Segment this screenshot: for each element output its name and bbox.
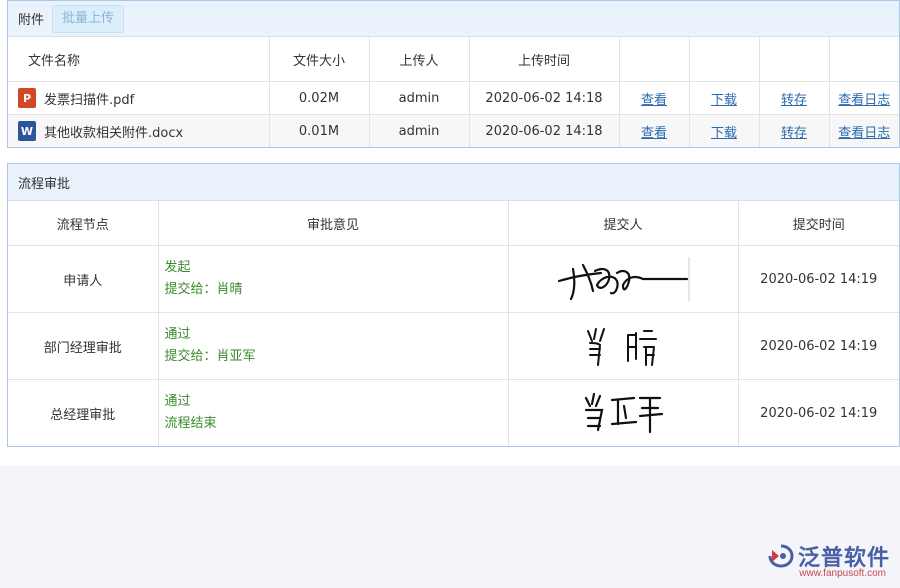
flow-node: 部门经理审批 <box>8 312 159 380</box>
opinion-text: 通过 <box>164 327 191 342</box>
col-uploader: 上传人 <box>369 37 470 82</box>
uploader: admin <box>369 81 470 115</box>
col-submit-time: 提交时间 <box>738 201 899 246</box>
submit-time: 2020-06-02 14:19 <box>738 312 899 380</box>
approval-panel: 流程审批 流程节点 审批意见 提交人 提交时间 申请人 发起 提交给：肖晴 20… <box>7 163 900 447</box>
opinion-text: 发起 <box>164 260 191 275</box>
attachments-title: 附件 <box>18 13 45 28</box>
upload-time: 2020-06-02 14:18 <box>469 81 620 115</box>
download-link[interactable]: 下载 <box>711 126 737 141</box>
batch-upload-button[interactable]: 批量上传 <box>52 4 125 33</box>
view-log-link[interactable]: 查看日志 <box>838 93 890 108</box>
attachments-panel: 附件 批量上传 文件名称 文件大小 上传人 上传时间 P 发票扫描件.pdf 0… <box>7 0 900 148</box>
approval-header-row: 流程节点 审批意见 提交人 提交时间 <box>8 201 899 246</box>
signature-image <box>587 328 657 366</box>
col-empty <box>759 37 830 82</box>
flow-node: 总经理审批 <box>8 379 159 446</box>
col-empty <box>689 37 760 82</box>
brand-url: www.fanpusoft.com <box>799 568 886 579</box>
content-area: 附件 批量上传 文件名称 文件大小 上传人 上传时间 P 发票扫描件.pdf 0… <box>0 0 900 466</box>
opinion-next: 提交给：肖亚军 <box>164 349 256 364</box>
col-empty <box>619 37 690 82</box>
transfer-link[interactable]: 转存 <box>781 93 807 108</box>
file-name: 发票扫描件.pdf <box>44 92 135 108</box>
file-size: 0.02M <box>269 81 370 115</box>
signature-image <box>557 257 690 301</box>
col-file-size: 文件大小 <box>269 37 370 82</box>
col-upload-time: 上传时间 <box>469 37 620 82</box>
col-empty <box>829 37 899 82</box>
file-name: 其他收款相关附件.docx <box>44 125 184 141</box>
opinion-next: 提交给：肖晴 <box>164 282 243 297</box>
pdf-file-icon: P <box>18 88 36 108</box>
view-log-link[interactable]: 查看日志 <box>838 126 890 141</box>
download-link[interactable]: 下载 <box>711 93 737 108</box>
table-row: 部门经理审批 通过 提交给：肖亚军 2020-06-02 14:19 <box>8 312 899 380</box>
table-row: 总经理审批 通过 流程结束 2020-06-02 14:19 <box>8 379 899 446</box>
submit-time: 2020-06-02 14:19 <box>760 405 878 421</box>
transfer-link[interactable]: 转存 <box>781 126 807 141</box>
approval-table: 流程节点 审批意见 提交人 提交时间 申请人 发起 提交给：肖晴 2020-06… <box>8 201 899 446</box>
col-opinion: 审批意见 <box>158 201 509 246</box>
table-row: W 其他收款相关附件.docx 0.01M admin 2020-06-02 1… <box>8 114 899 147</box>
approval-header: 流程审批 <box>8 164 899 201</box>
col-submitter: 提交人 <box>508 201 739 246</box>
brand-icon <box>768 544 794 568</box>
file-size: 0.01M <box>269 114 370 147</box>
signature-image <box>584 392 664 434</box>
attachments-table: 文件名称 文件大小 上传人 上传时间 P 发票扫描件.pdf 0.02M adm… <box>8 37 899 147</box>
word-file-icon: W <box>18 121 36 141</box>
table-row: 申请人 发起 提交给：肖晴 2020-06-02 14:19 <box>8 245 899 313</box>
col-node: 流程节点 <box>8 201 159 246</box>
table-row: P 发票扫描件.pdf 0.02M admin 2020-06-02 14:18… <box>8 81 899 115</box>
attachments-header-row: 文件名称 文件大小 上传人 上传时间 <box>8 37 899 82</box>
submit-time: 2020-06-02 14:19 <box>738 245 899 313</box>
uploader: admin <box>369 114 470 147</box>
view-link[interactable]: 查看 <box>641 126 667 141</box>
col-file-name: 文件名称 <box>8 37 270 82</box>
opinion-next: 流程结束 <box>164 416 217 431</box>
attachments-header: 附件 批量上传 <box>8 1 899 37</box>
flow-node: 申请人 <box>8 245 159 313</box>
upload-time: 2020-06-02 14:18 <box>469 114 620 147</box>
view-link[interactable]: 查看 <box>641 93 667 108</box>
opinion-text: 通过 <box>164 394 191 409</box>
approval-title: 流程审批 <box>18 176 71 192</box>
